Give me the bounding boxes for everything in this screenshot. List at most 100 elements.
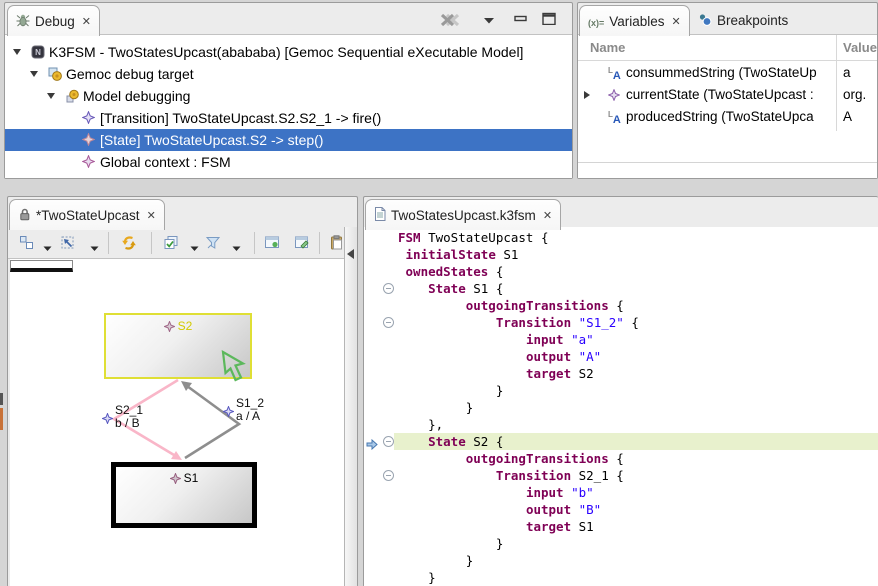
layers-icon[interactable] bbox=[163, 235, 179, 255]
palette-collapsed[interactable] bbox=[344, 227, 357, 586]
minimize-icon[interactable] bbox=[514, 12, 528, 30]
code-line[interactable]: Transition S2_1 { bbox=[364, 467, 878, 484]
tab-variables[interactable]: (x)=Variables✕ bbox=[579, 5, 690, 36]
toolbar-separator bbox=[254, 232, 255, 254]
code-line[interactable]: Transition "S1_2" { bbox=[364, 314, 878, 331]
code-line[interactable]: output "B" bbox=[364, 501, 878, 518]
tab-code-label: TwoStatesUpcast.k3fsm bbox=[391, 208, 536, 223]
breakpoints-tab-icon bbox=[698, 13, 712, 29]
code-line[interactable]: } bbox=[364, 382, 878, 399]
expand-arrow-icon[interactable] bbox=[13, 49, 21, 55]
debug-tree-item[interactable]: Model debugging bbox=[5, 85, 572, 107]
remove-all-terminated-icon[interactable] bbox=[439, 12, 461, 33]
tree-item-label: K3FSM - TwoStatesUpcast(abababa) [Gemoc … bbox=[49, 44, 523, 60]
stack-frame-context-icon bbox=[82, 155, 96, 169]
debug-tree-item[interactable]: Global context : FSM bbox=[5, 151, 572, 173]
tree-item-label: Gemoc debug target bbox=[66, 66, 194, 82]
tab-debug[interactable]: Debug ✕ bbox=[7, 5, 100, 36]
toolbar-separator bbox=[108, 232, 109, 254]
lock-icon bbox=[18, 207, 31, 224]
edit-window-icon[interactable] bbox=[294, 235, 310, 254]
toolbar-separator bbox=[319, 232, 320, 254]
code-line[interactable]: }, bbox=[364, 416, 878, 433]
close-icon[interactable]: ✕ bbox=[82, 15, 91, 28]
tree-item-label: [State] TwoStateUpcast.S2 -> step() bbox=[100, 132, 323, 148]
code-line[interactable]: } bbox=[364, 569, 878, 586]
diagram-toolbar bbox=[8, 227, 344, 259]
code-line[interactable]: initialState S1 bbox=[364, 246, 878, 263]
diagram-editor: *TwoStateUpcast ✕ S2 S1 S2_1 b / B S1_2 … bbox=[7, 196, 358, 586]
stack-frame-current-icon bbox=[82, 133, 96, 147]
dropdown-icon[interactable] bbox=[190, 239, 199, 257]
transition-icon bbox=[102, 413, 113, 424]
debug-tree-item[interactable]: N K3FSM - TwoStatesUpcast(abababa) [Gemoc… bbox=[5, 41, 572, 63]
object-variable-icon bbox=[608, 88, 624, 102]
arrange-icon[interactable] bbox=[60, 235, 76, 255]
code-area[interactable]: FSM TwoStateUpcast { initialState S1 own… bbox=[364, 227, 878, 586]
string-variable-icon: LA bbox=[608, 66, 624, 80]
svg-text:N: N bbox=[35, 48, 41, 57]
expand-arrow-icon[interactable] bbox=[47, 93, 55, 99]
code-line[interactable]: } bbox=[364, 535, 878, 552]
toolbar-separator bbox=[151, 232, 152, 254]
maximize-icon[interactable] bbox=[542, 12, 556, 30]
debug-tree-item[interactable]: [Transition] TwoStateUpcast.S2.S2_1 -> f… bbox=[5, 107, 572, 129]
properties-window-icon[interactable] bbox=[264, 235, 280, 254]
filter-icon[interactable] bbox=[205, 235, 222, 255]
transition-label-s1-2[interactable]: S1_2 a / A bbox=[223, 397, 264, 423]
expand-arrow-icon[interactable] bbox=[30, 71, 38, 77]
code-line[interactable]: State S1 { bbox=[364, 280, 878, 297]
code-line[interactable]: } bbox=[364, 399, 878, 416]
tab-diagram-editor[interactable]: *TwoStateUpcast ✕ bbox=[9, 199, 165, 230]
code-line[interactable]: target S1 bbox=[364, 518, 878, 535]
debug-tree-item[interactable]: [State] TwoStateUpcast.S2 -> step() bbox=[5, 129, 572, 151]
debug-tree-item[interactable]: Gemoc debug target bbox=[5, 63, 572, 85]
variable-row[interactable]: LAproducedString (TwoStateUpcaA bbox=[578, 106, 877, 128]
refresh-icon[interactable] bbox=[120, 235, 137, 256]
variables-column-headers: Name Value bbox=[578, 35, 877, 61]
dropdown-icon[interactable] bbox=[232, 239, 241, 257]
close-icon[interactable]: ✕ bbox=[543, 209, 552, 222]
window-edge-mark bbox=[0, 393, 3, 405]
fold-collapse-icon[interactable] bbox=[383, 470, 394, 481]
gemoc-engine-icon: N bbox=[31, 45, 45, 59]
dropdown-icon[interactable] bbox=[90, 239, 99, 257]
tab-debug-label: Debug bbox=[35, 14, 75, 29]
code-line[interactable]: outgoingTransitions { bbox=[364, 297, 878, 314]
code-editor: TwoStatesUpcast.k3fsm ✕ FSM TwoStateUpca… bbox=[363, 196, 878, 586]
variable-row[interactable]: currentState (TwoStateUpcast :org. bbox=[578, 84, 877, 106]
shapes-icon[interactable] bbox=[19, 235, 34, 255]
close-icon[interactable]: ✕ bbox=[147, 209, 156, 222]
view-menu-icon[interactable] bbox=[483, 12, 495, 30]
code-line[interactable]: target S2 bbox=[364, 365, 878, 382]
dropdown-icon[interactable] bbox=[43, 239, 52, 257]
tree-item-label: Global context : FSM bbox=[100, 154, 231, 170]
column-value[interactable]: Value bbox=[843, 40, 877, 55]
code-line[interactable]: ownedStates { bbox=[364, 263, 878, 280]
tab-breakpoints[interactable]: Breakpoints bbox=[690, 5, 796, 36]
code-line[interactable]: input "a" bbox=[364, 331, 878, 348]
code-line[interactable]: FSM TwoStateUpcast { bbox=[364, 229, 878, 246]
fold-collapse-icon[interactable] bbox=[383, 317, 394, 328]
diagram-canvas[interactable]: S2 S1 S2_1 b / B S1_2 a / A bbox=[10, 259, 344, 586]
paste-clipboard-icon[interactable] bbox=[330, 235, 344, 255]
fold-collapse-icon[interactable] bbox=[383, 436, 394, 447]
tab-code-editor[interactable]: TwoStatesUpcast.k3fsm ✕ bbox=[365, 199, 561, 230]
eclipse-workbench: { "debug_view": { "tab_label": "Debug", … bbox=[0, 0, 878, 586]
transition-label-s2-1[interactable]: S2_1 b / B bbox=[102, 404, 143, 430]
code-line[interactable]: input "b" bbox=[364, 484, 878, 501]
code-line[interactable]: State S2 { bbox=[364, 433, 878, 450]
expand-arrow-icon[interactable] bbox=[584, 91, 590, 99]
transition-edges bbox=[10, 259, 344, 586]
string-variable-icon: LA bbox=[608, 110, 624, 124]
code-line[interactable]: outgoingTransitions { bbox=[364, 450, 878, 467]
code-line[interactable]: output "A" bbox=[364, 348, 878, 365]
transition-icon bbox=[223, 406, 234, 417]
fold-collapse-icon[interactable] bbox=[383, 283, 394, 294]
close-icon[interactable]: ✕ bbox=[672, 15, 681, 28]
variables-table: Name Value LAconsummedString (TwoStateUp… bbox=[578, 35, 877, 178]
code-line[interactable]: } bbox=[364, 552, 878, 569]
variable-row[interactable]: LAconsummedString (TwoStateUpa bbox=[578, 62, 877, 84]
tree-item-label: Model debugging bbox=[83, 88, 190, 104]
column-name[interactable]: Name bbox=[590, 40, 625, 55]
